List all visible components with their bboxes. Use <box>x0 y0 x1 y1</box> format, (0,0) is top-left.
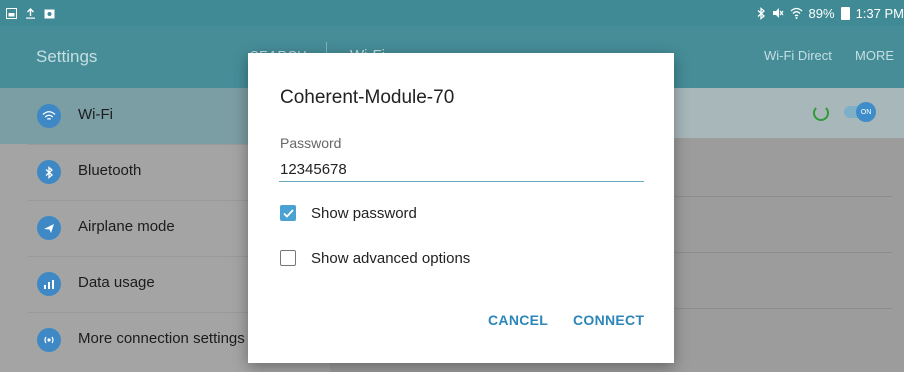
dialog-title: Coherent-Module-70 <box>280 87 455 108</box>
airplane-icon <box>37 216 61 240</box>
show-password-label: Show password <box>311 204 417 222</box>
network-divider <box>672 252 892 253</box>
wifi-connect-dialog: Coherent-Module-70 Password Show passwor… <box>248 53 674 363</box>
more-connection-icon <box>37 328 61 352</box>
connect-button[interactable]: CONNECT <box>573 312 644 328</box>
list-item-label: Bluetooth <box>78 162 142 179</box>
network-divider <box>672 196 892 197</box>
password-input[interactable] <box>279 157 644 182</box>
settings-title: Settings <box>36 47 98 66</box>
gallery-icon <box>6 7 17 19</box>
more-button[interactable]: MORE <box>855 48 894 63</box>
show-password-row[interactable]: Show password <box>280 201 417 225</box>
status-bar: 89% 1:37 PM <box>0 0 904 26</box>
bluetooth-status-icon <box>757 6 766 20</box>
upload-icon <box>25 7 36 19</box>
show-advanced-row[interactable]: Show advanced options <box>280 246 470 270</box>
clock: 1:37 PM <box>855 5 904 21</box>
show-advanced-checkbox[interactable] <box>280 250 296 266</box>
wifi-icon <box>37 104 61 128</box>
list-item-label: Data usage <box>78 274 155 291</box>
mute-icon <box>772 7 784 19</box>
loading-spinner-icon <box>813 105 829 121</box>
toggle-knob: ON <box>856 102 876 122</box>
battery-percent: 89% <box>808 5 835 21</box>
list-item-label: Wi-Fi <box>78 106 113 123</box>
checkmark-icon <box>282 208 294 218</box>
network-divider <box>672 308 892 309</box>
wifi-status-icon <box>790 7 803 19</box>
data-usage-icon <box>37 272 61 296</box>
show-password-checkbox[interactable] <box>280 205 296 221</box>
show-advanced-label: Show advanced options <box>311 249 471 267</box>
cancel-button[interactable]: CANCEL <box>488 312 548 328</box>
wifi-direct-button[interactable]: Wi-Fi Direct <box>764 48 832 63</box>
wifi-toggle[interactable]: ON <box>844 102 876 122</box>
image-icon <box>44 8 55 19</box>
list-item-label: More connection settings <box>78 330 245 347</box>
status-icons-left <box>0 7 55 19</box>
list-item-label: Airplane mode <box>78 218 175 235</box>
status-icons-right: 89% 1:37 PM <box>757 0 904 26</box>
battery-icon <box>840 6 850 20</box>
password-label: Password <box>280 135 342 151</box>
bluetooth-icon <box>37 160 61 184</box>
